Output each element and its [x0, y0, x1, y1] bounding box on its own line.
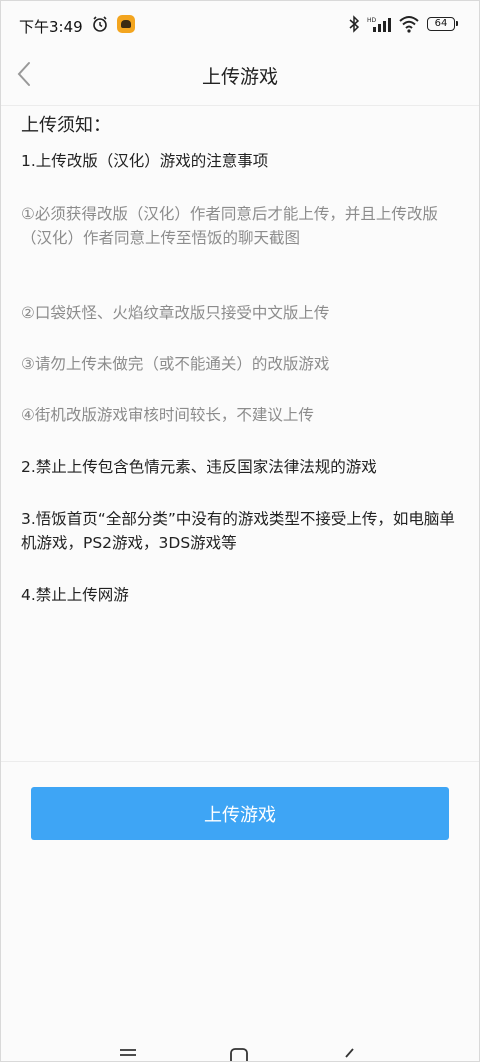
rule-1-1: ①必须获得改版（汉化）作者同意后才能上传，并且上传改版（汉化）作者同意上传至悟饭…	[21, 205, 438, 247]
notice-heading: 上传须知：	[21, 115, 111, 136]
rule-1-2: ②口袋妖怪、火焰纹章改版只接受中文版上传	[21, 304, 330, 322]
upload-game-button[interactable]: 上传游戏	[31, 787, 449, 840]
rule-2: 2.禁止上传包含色情元素、违反国家法律法规的游戏	[21, 458, 377, 476]
rule-3: 3.悟饭首页“全部分类”中没有的游戏类型不接受上传，如电脑单机游戏，PS2游戏，…	[21, 510, 455, 552]
alarm-icon	[93, 16, 107, 32]
svg-text:HD: HD	[367, 17, 377, 24]
status-time: 下午3:49	[19, 18, 83, 36]
page-title: 上传游戏	[201, 66, 278, 88]
divider	[1, 761, 479, 762]
signal-icon: HD	[367, 17, 391, 32]
app-frame: 下午3:49 HD 64 上传游戏 上传须知： 1.上传改版（汉化）游戏的注意事…	[0, 0, 480, 1062]
app-notification-icon	[117, 15, 135, 33]
bluetooth-icon	[349, 15, 360, 33]
rule-4: 4.禁止上传网游	[21, 586, 129, 604]
system-nav-bar	[1, 1047, 479, 1063]
rule-1: 1.上传改版（汉化）游戏的注意事项	[21, 152, 269, 170]
nav-bar: 上传游戏	[1, 47, 479, 106]
status-bar: 下午3:49 HD 64	[1, 1, 479, 47]
menu-icon[interactable]	[119, 1047, 137, 1061]
upload-notice: 上传须知： 1.上传改版（汉化）游戏的注意事项 ①必须获得改版（汉化）作者同意后…	[21, 113, 466, 604]
wifi-icon	[399, 16, 419, 33]
home-icon[interactable]	[229, 1047, 249, 1061]
rule-1-4: ④街机改版游戏审核时间较长，不建议上传	[21, 406, 314, 424]
battery-icon: 64	[427, 17, 458, 31]
back-icon[interactable]	[341, 1047, 359, 1061]
rule-1-3: ③请勿上传未做完（或不能通关）的改版游戏	[21, 355, 330, 373]
